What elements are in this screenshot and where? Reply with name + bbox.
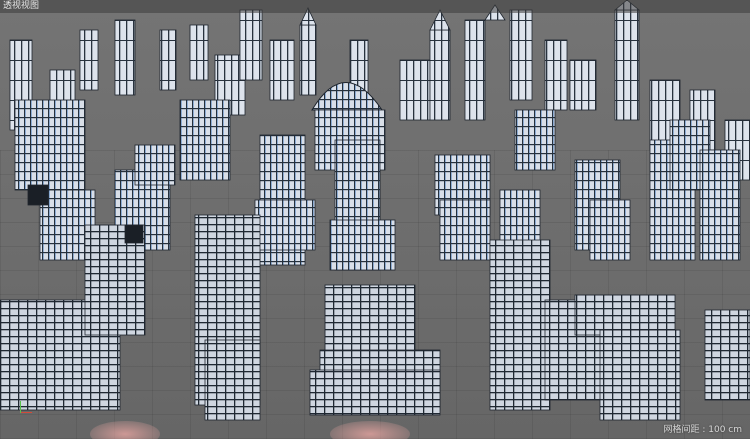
mid-building[interactable] [254,199,316,251]
axis-gizmo [20,399,34,413]
mid-building[interactable] [699,149,741,261]
foreground-building[interactable] [599,329,681,421]
viewport-title: 透视视图 [0,0,750,13]
foreground-building[interactable] [204,339,261,421]
foreground-building[interactable] [309,369,441,416]
background-tower[interactable] [544,39,568,111]
building-spire[interactable] [429,9,451,31]
background-tower[interactable] [509,9,533,101]
mid-building[interactable] [439,199,491,261]
background-tower[interactable] [239,9,263,81]
mid-building[interactable] [14,99,86,191]
city-model-scene[interactable] [0,0,750,439]
background-tower[interactable] [569,59,597,111]
window-opening[interactable] [27,184,49,206]
mid-building[interactable] [329,219,396,271]
background-tower[interactable] [614,9,640,121]
window-opening[interactable] [124,224,144,244]
background-tower[interactable] [79,29,99,91]
mid-building[interactable] [589,199,631,261]
mid-building[interactable] [514,109,556,171]
perspective-viewport[interactable]: 透视视图 网格间距 : 100 cm [0,0,750,439]
foreground-building[interactable] [489,239,551,411]
background-tower[interactable] [114,19,136,96]
foreground-building[interactable] [324,284,416,356]
background-tower[interactable] [269,39,295,101]
grid-spacing-label: 网格间距 : 100 cm [663,425,742,435]
background-tower[interactable] [299,24,317,96]
foreground-building[interactable] [704,309,750,401]
dome-building[interactable] [311,82,383,111]
background-tower[interactable] [189,24,209,81]
mid-building[interactable] [179,99,231,181]
foreground-building[interactable] [574,294,676,336]
mid-building[interactable] [134,144,176,186]
background-tower[interactable] [399,59,431,121]
background-tower[interactable] [159,29,177,91]
background-tower[interactable] [464,19,486,121]
background-tower[interactable] [429,29,451,121]
